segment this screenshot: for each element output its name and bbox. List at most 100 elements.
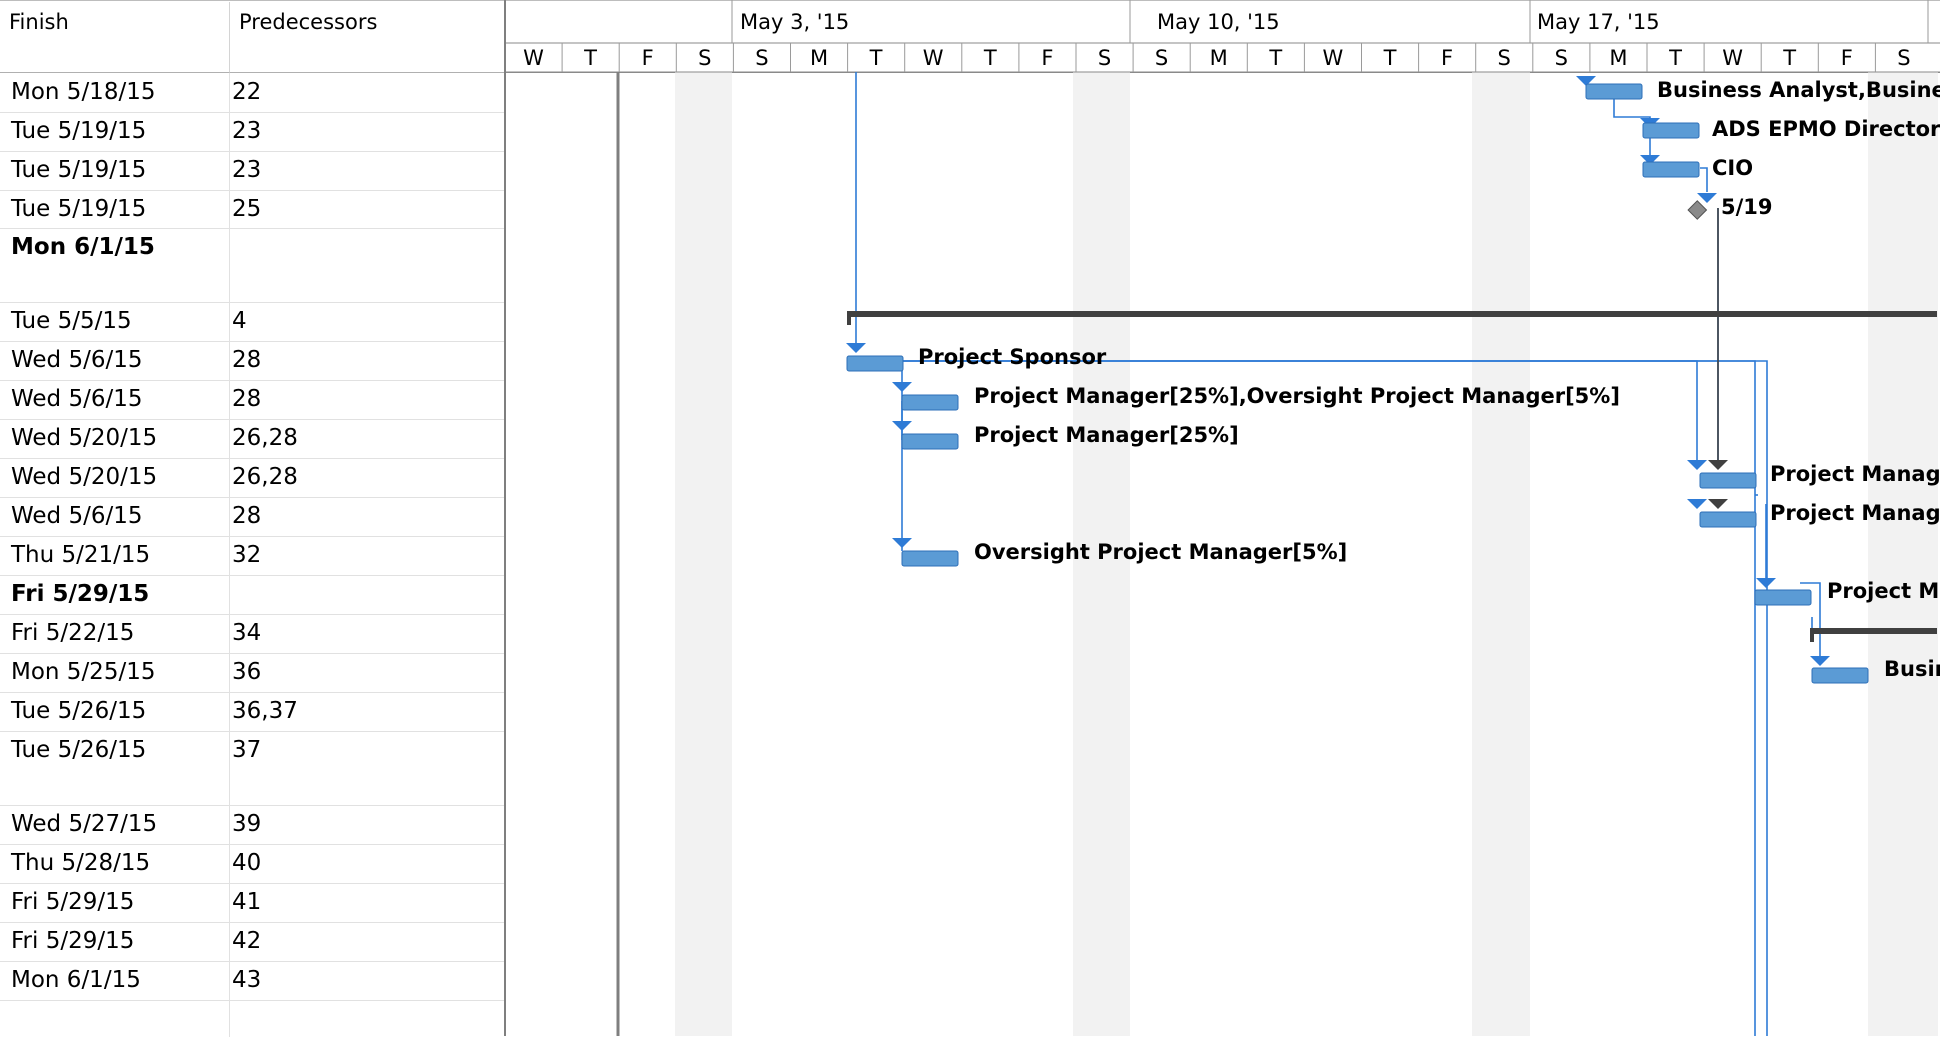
finish-cell[interactable]: Mon 6/1/15	[11, 234, 155, 260]
predecessors-cell[interactable]: 32	[232, 542, 261, 568]
task-bar	[901, 394, 959, 411]
dependency-line	[902, 360, 1698, 465]
finish-cell[interactable]: Fri 5/22/15	[11, 620, 134, 646]
predecessors-cell[interactable]: 34	[232, 620, 261, 646]
pane-divider[interactable]	[504, 0, 506, 1036]
task-resource-label: Project Ma	[1827, 579, 1940, 603]
table-row[interactable]: Tue 5/19/15 25	[0, 190, 505, 229]
predecessors-cell[interactable]: 23	[232, 118, 261, 144]
task-bar	[901, 433, 959, 450]
predecessors-cell[interactable]: 4	[232, 308, 247, 334]
summary-bar	[847, 311, 1937, 317]
finish-cell[interactable]: Wed 5/6/15	[11, 503, 143, 529]
finish-cell[interactable]: Wed 5/20/15	[11, 464, 157, 490]
predecessors-cell[interactable]: 28	[232, 347, 261, 373]
task-bar	[1642, 161, 1700, 178]
timescale-day-label: S	[1154, 46, 1169, 70]
table-row[interactable]: Wed 5/6/15 28	[0, 497, 505, 537]
timescale-day-label: T	[584, 46, 597, 70]
timescale-day-label: W	[1322, 46, 1344, 70]
weekend-shade	[1472, 72, 1530, 1036]
finish-cell[interactable]: Wed 5/6/15	[11, 386, 143, 412]
task-bar	[1754, 589, 1812, 606]
finish-cell[interactable]: Tue 5/19/15	[11, 157, 146, 183]
table-row[interactable]: Tue 5/19/15 23	[0, 112, 505, 152]
dependency-arrow	[1756, 578, 1776, 588]
finish-cell[interactable]: Thu 5/21/15	[11, 542, 150, 568]
table-row[interactable]: Tue 5/26/15 37	[0, 731, 505, 806]
timescale-day-label: W	[523, 46, 544, 70]
table-row[interactable]: Tue 5/19/15 23	[0, 151, 505, 191]
dependency-arrow	[1687, 460, 1707, 470]
predecessors-cell[interactable]: 26,28	[232, 425, 298, 451]
finish-cell[interactable]: Tue 5/26/15	[11, 737, 146, 763]
finish-column-header[interactable]: Finish	[0, 2, 230, 73]
table-row[interactable]: Wed 5/20/15 26,28	[0, 419, 505, 459]
table-row[interactable]: Mon 5/25/15 36	[0, 653, 505, 693]
task-table: Finish Predecessors Mon 5/18/15 22 Tue 5/1…	[0, 0, 505, 1037]
timescale-day-label: T	[1269, 46, 1283, 70]
table-row[interactable]: Wed 5/6/15 28	[0, 341, 505, 381]
predecessors-cell[interactable]: 37	[232, 737, 261, 763]
predecessors-cell[interactable]: 40	[232, 850, 261, 876]
finish-cell[interactable]: Wed 5/6/15	[11, 347, 143, 373]
predecessors-cell[interactable]: 28	[232, 503, 261, 529]
finish-cell[interactable]: Tue 5/26/15	[11, 698, 146, 724]
task-resource-label: Busin	[1884, 657, 1940, 681]
finish-cell[interactable]: Fri 5/29/15	[11, 889, 134, 915]
predecessors-cell[interactable]: 41	[232, 889, 261, 915]
finish-cell[interactable]: Wed 5/20/15	[11, 425, 157, 451]
table-row[interactable]: Wed 5/27/15 39	[0, 805, 505, 845]
table-row[interactable]: Fri 5/29/15 41	[0, 883, 505, 923]
finish-cell[interactable]: Tue 5/19/15	[11, 118, 146, 144]
table-row[interactable]: Fri 5/29/15	[0, 575, 505, 615]
finish-cell[interactable]: Fri 5/29/15	[11, 581, 149, 607]
dependency-arrow	[846, 343, 866, 353]
task-resource-label: ADS EPMO Director	[1712, 117, 1940, 141]
table-row[interactable]: Mon 5/18/15 22	[0, 73, 505, 113]
table-row[interactable]: Wed 5/20/15 26,28	[0, 458, 505, 498]
predecessors-cell[interactable]: 36,37	[232, 698, 298, 724]
table-row[interactable]: Mon 6/1/15	[0, 228, 505, 303]
task-resource-label: Business Analyst,Business	[1657, 78, 1940, 102]
table-row[interactable]: Mon 6/1/15 43	[0, 961, 505, 1001]
finish-cell[interactable]: Tue 5/5/15	[11, 308, 132, 334]
predecessors-cell[interactable]: 42	[232, 928, 261, 954]
predecessors-cell[interactable]: 23	[232, 157, 261, 183]
task-bar	[1699, 472, 1757, 489]
finish-cell[interactable]: Thu 5/28/15	[11, 850, 150, 876]
timescale-day-label: S	[1554, 46, 1568, 70]
finish-cell[interactable]: Tue 5/19/15	[11, 196, 146, 222]
predecessors-cell[interactable]: 39	[232, 811, 261, 837]
predecessors-cell[interactable]: 22	[232, 79, 261, 105]
timescale-day-label: S	[698, 46, 712, 70]
table-row[interactable]: Thu 5/28/15 40	[0, 844, 505, 884]
task-bar	[1699, 511, 1757, 528]
table-row[interactable]: Fri 5/22/15 34	[0, 614, 505, 654]
predecessors-column-header[interactable]: Predecessors	[230, 2, 505, 73]
table-row[interactable]: Tue 5/26/15 36,37	[0, 692, 505, 732]
table-row[interactable]: Tue 5/5/15 4	[0, 302, 505, 342]
predecessors-cell[interactable]: 36	[232, 659, 261, 685]
finish-cell[interactable]: Fri 5/29/15	[11, 928, 134, 954]
summary-bar-cap	[1810, 628, 1814, 642]
predecessors-cell[interactable]: 25	[232, 196, 261, 222]
timescale-day-label: T	[869, 46, 883, 70]
finish-cell[interactable]: Wed 5/27/15	[11, 811, 157, 837]
table-row[interactable]: Wed 5/6/15 28	[0, 380, 505, 420]
timescale-day-label: M	[1609, 46, 1628, 70]
finish-cell[interactable]: Mon 5/18/15	[11, 79, 155, 105]
task-bar	[901, 550, 959, 567]
task-bar	[1811, 667, 1869, 684]
task-resource-label: Project Manage	[1770, 501, 1940, 525]
table-row[interactable]: Thu 5/21/15 32	[0, 536, 505, 576]
timescale-day-label: F	[641, 46, 654, 70]
finish-cell[interactable]: Mon 5/25/15	[11, 659, 155, 685]
predecessors-cell[interactable]: 26,28	[232, 464, 298, 490]
predecessors-cell[interactable]: 28	[232, 386, 261, 412]
table-row[interactable]: Fri 5/29/15 42	[0, 922, 505, 962]
finish-cell[interactable]: Mon 6/1/15	[11, 967, 141, 993]
predecessors-cell[interactable]: 43	[232, 967, 261, 993]
dependency-arrow	[1810, 656, 1830, 666]
task-bar	[846, 355, 904, 372]
